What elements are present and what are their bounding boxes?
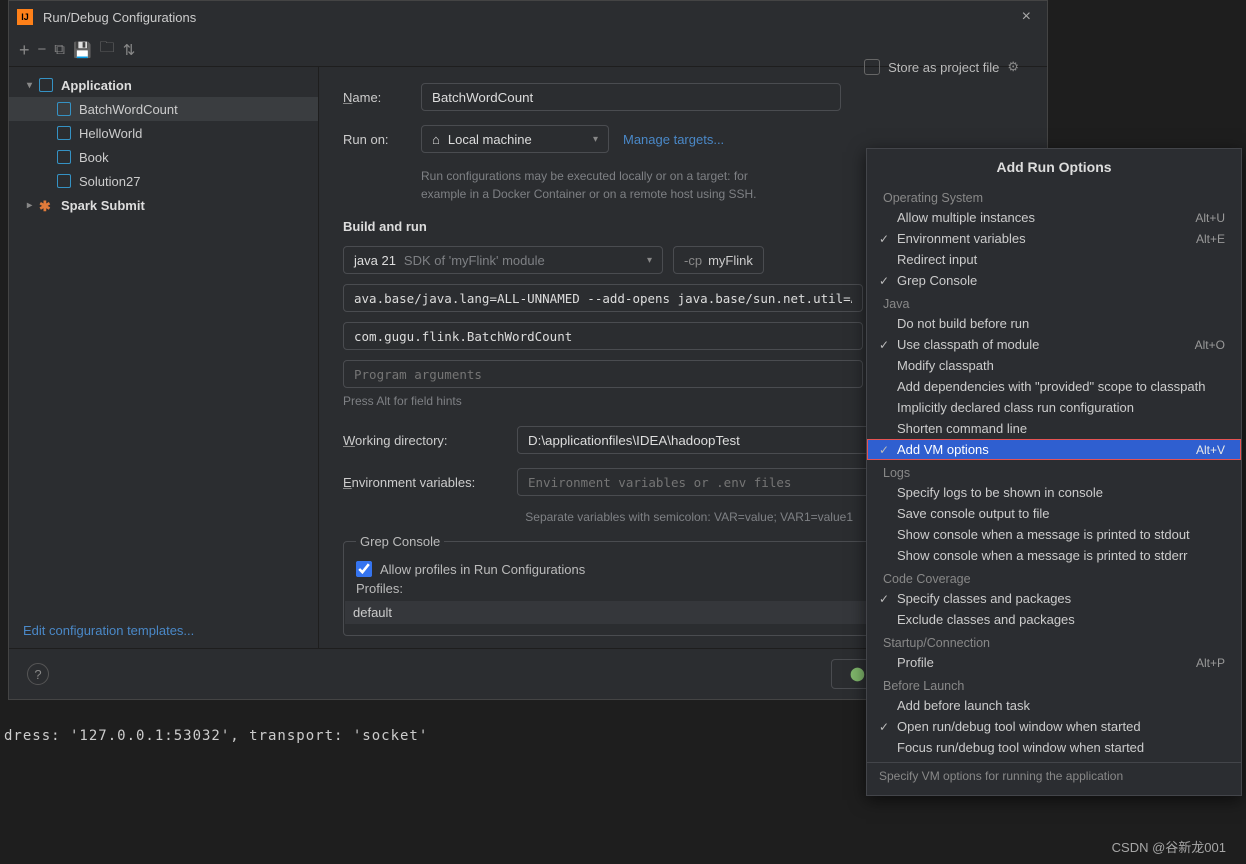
popup-item[interactable]: Show console when a message is printed t…	[867, 524, 1241, 545]
store-as-project-file[interactable]: Store as project file ⚙	[864, 67, 1019, 75]
popup-category: Operating System	[867, 185, 1241, 207]
debug-console-output: dress: '127.0.0.1:53032', transport: 'so…	[0, 728, 428, 744]
chevron-down-icon: ▾	[647, 255, 652, 266]
popup-item[interactable]: Show console when a message is printed t…	[867, 545, 1241, 566]
checkbox-icon[interactable]	[864, 67, 880, 75]
close-icon[interactable]: ×	[1014, 4, 1039, 30]
popup-category: Logs	[867, 460, 1241, 482]
copy-config-button[interactable]: ⧉	[54, 41, 65, 58]
check-icon: ✓	[879, 720, 889, 734]
chevron-down-icon: ▾	[27, 80, 39, 91]
vm-options-input[interactable]	[343, 284, 863, 312]
popup-item[interactable]: Allow multiple instancesAlt+U	[867, 207, 1241, 228]
popup-category: Before Launch	[867, 673, 1241, 695]
env-vars-label: Environment variables:	[343, 475, 503, 490]
ide-icon: IJ	[17, 9, 33, 25]
classpath-select[interactable]: -cp myFlink	[673, 246, 764, 274]
tree-item-book[interactable]: Book	[9, 145, 318, 169]
folder-button[interactable]: 🗀	[100, 37, 115, 62]
edit-templates-link[interactable]: Edit configuration templates...	[23, 623, 194, 638]
popup-item[interactable]: ✓Open run/debug tool window when started	[867, 716, 1241, 737]
working-dir-label: Working directory:	[343, 433, 503, 448]
config-tree-sidebar: ▾ Application BatchWordCount HelloWorld …	[9, 67, 319, 648]
check-icon: ✓	[879, 592, 889, 606]
shortcut-label: Alt+V	[1196, 443, 1225, 457]
application-icon	[57, 102, 71, 116]
application-icon	[39, 78, 53, 92]
application-icon	[57, 126, 71, 140]
shortcut-label: Alt+O	[1195, 338, 1225, 352]
popup-item[interactable]: Shorten command line	[867, 418, 1241, 439]
tree-node-application[interactable]: ▾ Application	[9, 73, 318, 97]
save-config-button[interactable]: 💾	[73, 41, 92, 59]
watermark: CSDN @谷新龙001	[1112, 837, 1226, 856]
gear-icon[interactable]: ⚙	[1007, 67, 1019, 75]
shortcut-label: Alt+P	[1196, 656, 1225, 670]
working-dir-input[interactable]	[517, 426, 877, 454]
popup-item[interactable]: ✓Environment variablesAlt+E	[867, 228, 1241, 249]
popup-item[interactable]: ✓Use classpath of moduleAlt+O	[867, 334, 1241, 355]
main-class-input[interactable]	[343, 322, 863, 350]
popup-item[interactable]: Redirect input	[867, 249, 1241, 270]
add-config-button[interactable]: +	[19, 41, 30, 59]
check-icon: ✓	[879, 274, 889, 288]
popup-item[interactable]: Add dependencies with "provided" scope t…	[867, 376, 1241, 397]
manage-targets-link[interactable]: Manage targets...	[623, 132, 724, 147]
popup-title: Add Run Options	[867, 149, 1241, 185]
popup-category: Java	[867, 291, 1241, 313]
chevron-down-icon: ▾	[593, 134, 598, 145]
tree-item-solution27[interactable]: Solution27	[9, 169, 318, 193]
check-icon: ✓	[879, 232, 889, 246]
run-on-select[interactable]: ⌂ Local machine ▾	[421, 125, 609, 153]
grep-legend: Grep Console	[356, 534, 444, 549]
popup-item[interactable]: Exclude classes and packages	[867, 609, 1241, 630]
application-icon	[57, 150, 71, 164]
popup-category: Code Coverage	[867, 566, 1241, 588]
remove-config-button[interactable]: −	[38, 41, 47, 58]
popup-item[interactable]: Add before launch task	[867, 695, 1241, 716]
spark-icon: ✱	[39, 198, 53, 212]
help-icon[interactable]: ?	[27, 663, 49, 685]
add-run-options-popup: Add Run Options Operating SystemAllow mu…	[866, 148, 1242, 796]
bug-icon: ⬤	[850, 666, 865, 682]
env-vars-input[interactable]	[517, 468, 877, 496]
popup-footer-hint: Specify VM options for running the appli…	[867, 762, 1241, 789]
name-label: Name:	[343, 90, 407, 105]
tree-item-helloworld[interactable]: HelloWorld	[9, 121, 318, 145]
tree-node-spark-submit[interactable]: ▸ ✱ Spark Submit	[9, 193, 318, 217]
name-input[interactable]	[421, 83, 841, 111]
shortcut-label: Alt+U	[1195, 211, 1225, 225]
popup-item[interactable]: Do not build before run	[867, 313, 1241, 334]
popup-item[interactable]: ✓Grep Console	[867, 270, 1241, 291]
popup-item[interactable]: Save console output to file	[867, 503, 1241, 524]
run-on-label: Run on:	[343, 132, 407, 147]
sort-button[interactable]: ⇅	[123, 41, 136, 59]
application-icon	[57, 174, 71, 188]
popup-item[interactable]: Specify logs to be shown in console	[867, 482, 1241, 503]
popup-category: Startup/Connection	[867, 630, 1241, 652]
shortcut-label: Alt+E	[1196, 232, 1225, 246]
popup-item[interactable]: Implicitly declared class run configurat…	[867, 397, 1241, 418]
titlebar: IJ Run/Debug Configurations ×	[9, 1, 1047, 33]
popup-item[interactable]: ✓Specify classes and packages	[867, 588, 1241, 609]
home-icon: ⌂	[432, 132, 440, 147]
env-hint: Separate variables with semicolon: VAR=v…	[343, 510, 853, 524]
tree-item-batchwordcount[interactable]: BatchWordCount	[9, 97, 318, 121]
dialog-title: Run/Debug Configurations	[43, 10, 196, 25]
check-icon: ✓	[879, 443, 889, 457]
popup-item[interactable]: Modify classpath	[867, 355, 1241, 376]
chevron-right-icon: ▸	[27, 200, 39, 211]
popup-item[interactable]: Focus run/debug tool window when started	[867, 737, 1241, 758]
popup-item[interactable]: ✓Add VM optionsAlt+V	[867, 439, 1241, 460]
program-args-input[interactable]	[343, 360, 863, 388]
jdk-select[interactable]: java 21 SDK of 'myFlink' module ▾	[343, 246, 663, 274]
popup-item[interactable]: ProfileAlt+P	[867, 652, 1241, 673]
check-icon: ✓	[879, 338, 889, 352]
